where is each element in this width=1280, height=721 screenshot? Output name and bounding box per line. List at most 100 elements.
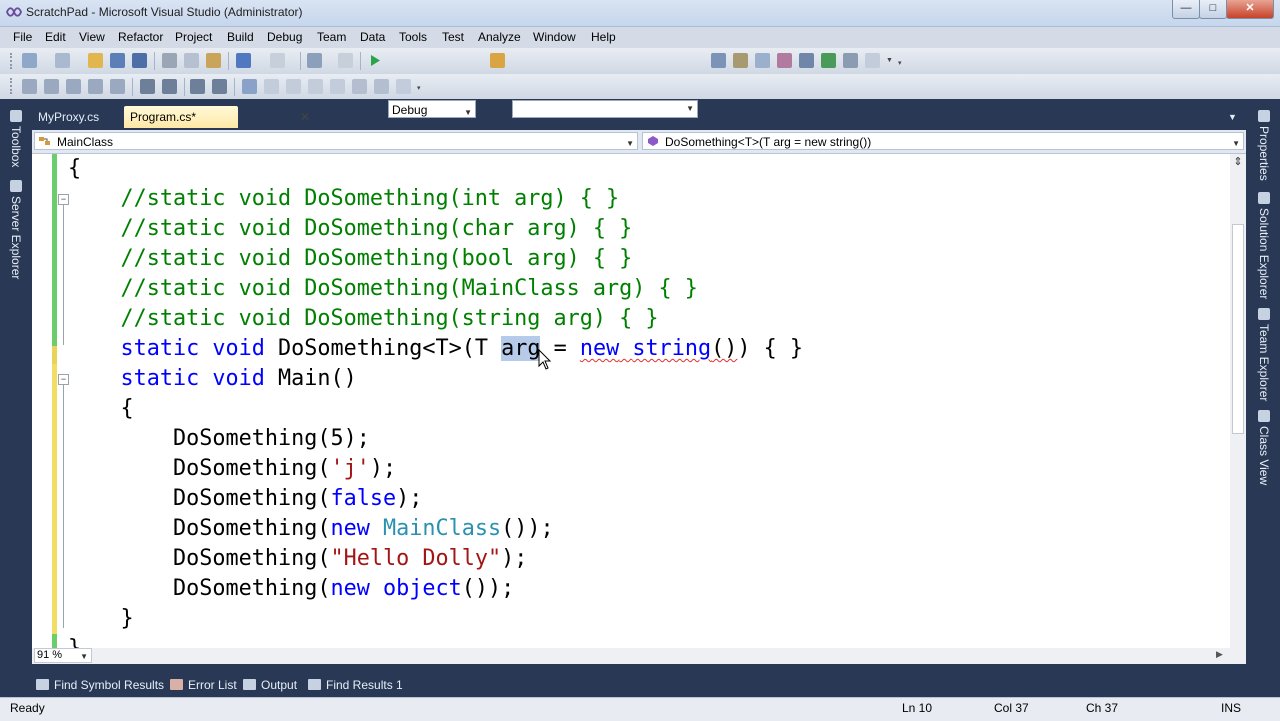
scroll-right-icon[interactable]: ▶	[1216, 649, 1223, 660]
code-line[interactable]: //static void DoSomething(char arg) { }	[68, 214, 632, 244]
code-line[interactable]: DoSomething(new MainClass());	[68, 514, 554, 544]
tab-output[interactable]: Output	[243, 676, 297, 694]
menu-team[interactable]: Team	[317, 30, 346, 44]
code-line[interactable]: DoSomething('j');	[68, 454, 396, 484]
tab-myproxy[interactable]: MyProxy.cs	[32, 106, 105, 128]
menu-debug[interactable]: Debug	[267, 30, 302, 44]
menu-edit[interactable]: Edit	[45, 30, 66, 44]
toolbox-tab[interactable]: Toolbox	[9, 126, 23, 167]
tab-error-list[interactable]: Error List	[170, 676, 237, 694]
decrease-indent-icon[interactable]	[110, 79, 125, 94]
indent-icon[interactable]	[162, 79, 177, 94]
toggle-bookmark-icon[interactable]	[242, 79, 257, 94]
save-icon[interactable]	[110, 53, 125, 68]
types-combo[interactable]: MainClass ▼	[34, 132, 638, 150]
start-debugging-icon[interactable]	[367, 53, 382, 68]
navigate-backward-icon[interactable]	[307, 53, 322, 68]
find-in-files-icon[interactable]	[490, 53, 505, 68]
code-line[interactable]: DoSomething("Hello Dolly");	[68, 544, 527, 574]
navigate-forward-icon[interactable]	[338, 53, 353, 68]
code-line[interactable]: //static void DoSomething(MainClass arg)…	[68, 274, 697, 304]
comment-lines-icon[interactable]	[190, 79, 205, 94]
previous-bookmark-icon[interactable]	[264, 79, 279, 94]
chevron-down-icon[interactable]: ▼	[886, 57, 893, 64]
menu-refactor[interactable]: Refactor	[118, 30, 163, 44]
code-line[interactable]: static void DoSomething<T>(T arg = new s…	[68, 334, 803, 364]
class-view-tab[interactable]: Class View	[1257, 426, 1271, 485]
next-bookmark-in-folder-icon[interactable]	[330, 79, 345, 94]
server-explorer-tab[interactable]: Server Explorer	[9, 196, 23, 279]
code-line[interactable]: //static void DoSomething(bool arg) { }	[68, 244, 632, 274]
code-line[interactable]: {	[68, 394, 133, 424]
tab-program[interactable]: Program.cs* ✕	[124, 106, 310, 128]
next-bookmark-in-document-icon[interactable]	[374, 79, 389, 94]
outdent-icon[interactable]	[140, 79, 155, 94]
maximize-button[interactable]: □	[1199, 0, 1227, 19]
menu-data[interactable]: Data	[360, 30, 385, 44]
copy-icon[interactable]	[184, 53, 199, 68]
cut-icon[interactable]	[162, 53, 177, 68]
menu-tools[interactable]: Tools	[399, 30, 427, 44]
display-object-members-icon[interactable]	[22, 79, 37, 94]
save-all-icon[interactable]	[132, 53, 147, 68]
zoom-combo[interactable]: 91 % ▼	[34, 648, 92, 663]
add-item-icon[interactable]	[55, 53, 70, 68]
menu-build[interactable]: Build	[227, 30, 254, 44]
toolbar-options-icon[interactable]: ▾	[898, 59, 902, 67]
code-line[interactable]: static void Main()	[68, 364, 357, 394]
tab-find-symbol-results[interactable]: Find Symbol Results	[36, 676, 164, 694]
minimize-button[interactable]: —	[1172, 0, 1200, 19]
members-combo[interactable]: DoSomething<T>(T arg = new string()) ▼	[642, 132, 1244, 150]
menu-window[interactable]: Window	[533, 30, 576, 44]
tab-find-results[interactable]: Find Results 1	[308, 676, 403, 694]
team-explorer-tab[interactable]: Team Explorer	[1257, 324, 1271, 401]
toolbar-grip[interactable]	[10, 78, 15, 94]
find-icon[interactable]	[711, 53, 726, 68]
menu-file[interactable]: File	[13, 30, 32, 44]
menu-help[interactable]: Help	[591, 30, 616, 44]
code-line[interactable]: }	[68, 634, 81, 648]
code-line[interactable]: {	[68, 154, 81, 184]
clear-bookmarks-icon[interactable]	[396, 79, 411, 94]
code-line[interactable]: //static void DoSomething(int arg) { }	[68, 184, 619, 214]
previous-bookmark-in-document-icon[interactable]	[352, 79, 367, 94]
next-bookmark-icon[interactable]	[286, 79, 301, 94]
code-line[interactable]: }	[68, 604, 133, 634]
close-window-button[interactable]: ✕	[1226, 0, 1274, 19]
code-line[interactable]: DoSomething(false);	[68, 484, 422, 514]
toolbar-options-icon[interactable]: ▾	[417, 84, 421, 92]
code-editor[interactable]: − − { //static void DoSomething(int arg)…	[32, 154, 1246, 648]
open-file-icon[interactable]	[88, 53, 103, 68]
display-quick-info-icon[interactable]	[66, 79, 81, 94]
properties-icon[interactable]	[755, 53, 770, 68]
active-files-dropdown-icon[interactable]: ▼	[1228, 112, 1237, 122]
new-project-icon[interactable]	[22, 53, 37, 68]
undo-icon[interactable]	[236, 53, 251, 68]
extension-manager-icon[interactable]	[843, 53, 858, 68]
uncomment-lines-icon[interactable]	[212, 79, 227, 94]
splitter-icon[interactable]: ⇕	[1232, 156, 1244, 170]
menu-test[interactable]: Test	[442, 30, 464, 44]
object-browser-icon[interactable]	[777, 53, 792, 68]
menu-analyze[interactable]: Analyze	[478, 30, 521, 44]
complete-word-icon[interactable]	[88, 79, 103, 94]
menu-project[interactable]: Project	[175, 30, 212, 44]
code-token-keyword: false	[330, 486, 397, 511]
start-page-icon[interactable]	[821, 53, 836, 68]
paste-icon[interactable]	[206, 53, 221, 68]
properties-tab[interactable]: Properties	[1257, 126, 1271, 181]
display-parameter-info-icon[interactable]	[44, 79, 59, 94]
toolbox-icon[interactable]	[799, 53, 814, 68]
code-line[interactable]: DoSomething(new object());	[68, 574, 514, 604]
solution-explorer-icon[interactable]	[733, 53, 748, 68]
redo-icon[interactable]	[270, 53, 285, 68]
code-line[interactable]: //static void DoSomething(string arg) { …	[68, 304, 658, 334]
vertical-scrollbar-thumb[interactable]	[1232, 224, 1244, 434]
close-tab-icon[interactable]: ✕	[300, 106, 310, 128]
solution-explorer-tab[interactable]: Solution Explorer	[1257, 208, 1271, 299]
toolbar-grip[interactable]	[10, 53, 15, 69]
command-window-icon[interactable]	[865, 53, 880, 68]
code-line[interactable]: DoSomething(5);	[68, 424, 370, 454]
menu-view[interactable]: View	[79, 30, 105, 44]
previous-bookmark-in-folder-icon[interactable]	[308, 79, 323, 94]
